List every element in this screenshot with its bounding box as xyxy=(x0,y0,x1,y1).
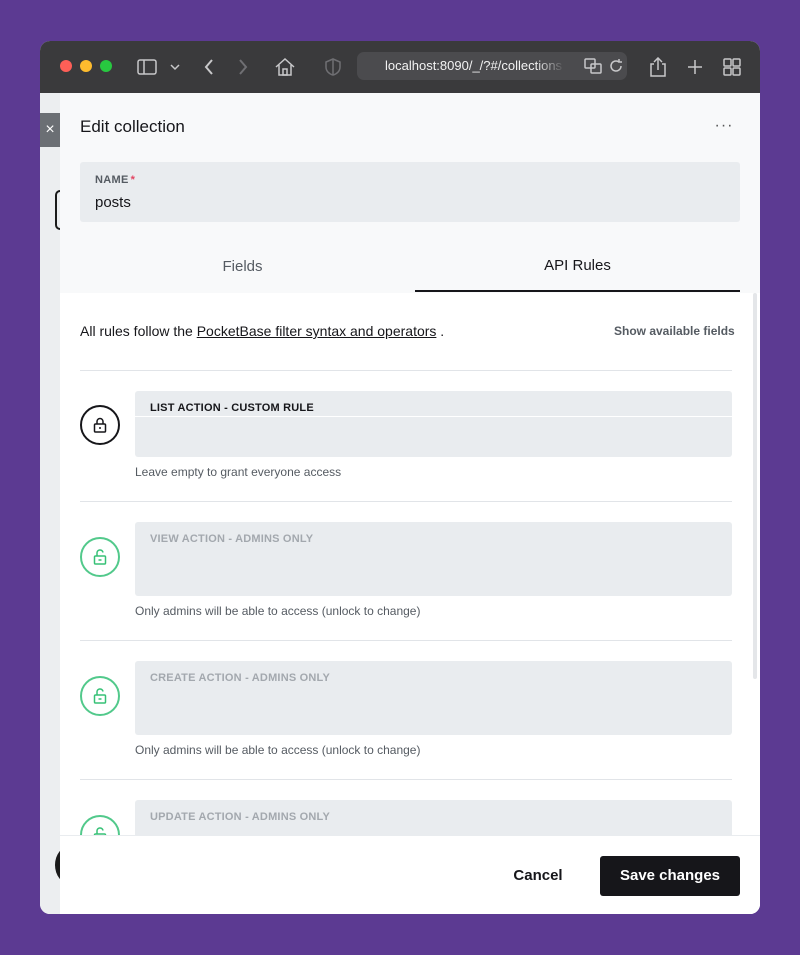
forward-icon[interactable] xyxy=(234,55,252,79)
create-rule-label: CREATE ACTION - ADMINS ONLY xyxy=(150,672,330,684)
view-rule-field[interactable]: VIEW ACTION - ADMINS ONLY xyxy=(135,522,732,596)
tab-overview-icon[interactable] xyxy=(722,55,742,79)
back-icon[interactable] xyxy=(200,55,218,79)
close-icon[interactable]: × xyxy=(40,113,60,147)
save-changes-button[interactable]: Save changes xyxy=(600,856,740,896)
required-marker: * xyxy=(130,174,136,186)
share-icon[interactable] xyxy=(648,55,668,79)
view-rule-help: Only admins will be able to access (unlo… xyxy=(135,604,421,618)
browser-window: localhost:8090/_/?#/collections × Edit c… xyxy=(40,41,760,914)
divider xyxy=(80,501,732,502)
address-bar[interactable]: localhost:8090/_/?#/collections xyxy=(357,52,627,80)
name-label: NAME * xyxy=(95,174,136,186)
name-field[interactable]: NAME * posts xyxy=(80,162,740,222)
divider xyxy=(80,779,732,780)
edit-collection-panel: Edit collection ··· NAME * posts Fields A… xyxy=(60,93,760,914)
reload-icon[interactable] xyxy=(607,56,625,76)
chevron-down-icon[interactable] xyxy=(168,55,182,79)
rules-intro: All rules follow the PocketBase filter s… xyxy=(80,323,445,339)
new-tab-icon[interactable] xyxy=(685,55,705,79)
list-rule-label: LIST ACTION - CUSTOM RULE xyxy=(150,402,314,414)
scrollbar[interactable] xyxy=(753,293,757,679)
view-rule-label: VIEW ACTION - ADMINS ONLY xyxy=(150,533,314,545)
show-available-fields-button[interactable]: Show available fields xyxy=(614,324,735,338)
background-app: × xyxy=(40,93,85,914)
panel-title: Edit collection xyxy=(80,117,185,136)
browser-toolbar: localhost:8090/_/?#/collections xyxy=(40,41,760,93)
filter-syntax-link[interactable]: PocketBase filter syntax and operators xyxy=(197,323,437,339)
update-rule-label: UPDATE ACTION - ADMINS ONLY xyxy=(150,811,330,823)
divider xyxy=(80,640,732,641)
zoom-window-button[interactable] xyxy=(100,60,112,72)
cancel-button[interactable]: Cancel xyxy=(496,856,580,896)
unlock-icon[interactable] xyxy=(80,537,120,577)
unlock-icon[interactable] xyxy=(80,676,120,716)
lock-icon[interactable] xyxy=(80,405,120,445)
create-rule-help: Only admins will be able to access (unlo… xyxy=(135,743,421,757)
list-rule-field[interactable]: LIST ACTION - CUSTOM RULE xyxy=(135,391,732,457)
panel-footer: Cancel Save changes xyxy=(60,835,760,914)
shield-icon[interactable] xyxy=(324,55,342,79)
name-input[interactable]: posts xyxy=(95,194,131,211)
home-icon[interactable] xyxy=(274,55,296,79)
sidebar-icon[interactable] xyxy=(136,55,158,79)
tab-fields[interactable]: Fields xyxy=(80,242,405,292)
tab-api-rules[interactable]: API Rules xyxy=(415,242,740,292)
close-window-button[interactable] xyxy=(60,60,72,72)
translate-icon[interactable] xyxy=(583,56,603,76)
minimize-window-button[interactable] xyxy=(80,60,92,72)
divider xyxy=(80,370,732,371)
panel-header: Edit collection ··· NAME * posts Fields A… xyxy=(60,93,760,293)
more-options-icon[interactable]: ··· xyxy=(712,116,736,140)
list-rule-help: Leave empty to grant everyone access xyxy=(135,465,342,479)
api-rules-content: All rules follow the PocketBase filter s… xyxy=(60,293,760,874)
create-rule-field[interactable]: CREATE ACTION - ADMINS ONLY xyxy=(135,661,732,735)
